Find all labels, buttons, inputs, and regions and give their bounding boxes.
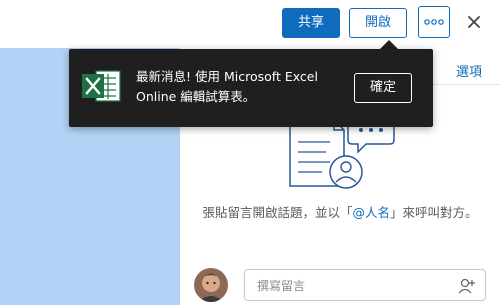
open-button[interactable]: 開啟 [349,8,407,38]
options-link[interactable]: 選項 [456,61,482,80]
more-options-button[interactable] [418,6,450,38]
empty-message-text-before: 張貼留言開啟話題，並以「 [202,205,353,220]
add-person-icon[interactable] [457,276,477,296]
comment-input-box[interactable] [244,269,486,301]
notification-pointer [380,40,398,49]
notification-text: 最新消息! 使用 Microsoft Excel Online 編輯試算表。 [136,69,318,104]
confirm-button[interactable]: 確定 [354,73,412,103]
top-toolbar: 共享 開啟 [0,0,500,48]
notification-popup: 最新消息! 使用 Microsoft Excel Online 編輯試算表。 確… [69,49,433,127]
empty-comments-message: 張貼留言開啟話題，並以「@人名」來呼叫對方。 [196,203,484,222]
excel-icon [82,70,121,102]
share-button[interactable]: 共享 [282,8,340,38]
close-button[interactable] [462,10,486,34]
ellipsis-icon [424,19,444,25]
close-icon [468,16,480,28]
comment-input[interactable] [255,276,459,296]
mention-example: @人名 [352,205,390,220]
empty-message-text-after: 」來呼叫對方。 [390,205,478,220]
avatar [194,268,228,302]
